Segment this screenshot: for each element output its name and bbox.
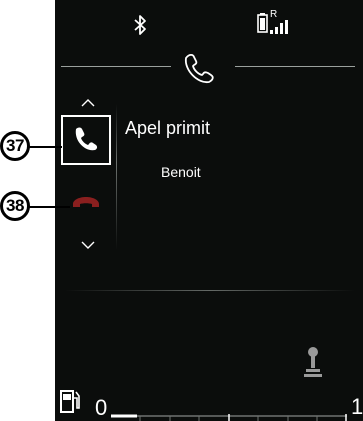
- accept-call-button[interactable]: [61, 115, 111, 165]
- callout-37-leader: [28, 146, 62, 148]
- callout-38: 38: [0, 191, 30, 221]
- fuel-gauge-track: [111, 411, 347, 421]
- caller-name: Benoit: [161, 164, 201, 180]
- gear-lever-icon: [302, 345, 324, 379]
- callout-38-leader: [28, 206, 70, 208]
- lower-separator: [65, 290, 355, 291]
- phone-icon: [176, 50, 228, 84]
- callout-37: 37: [0, 131, 30, 161]
- call-status-text: Apel primit: [125, 118, 211, 138]
- header-line-right: [235, 66, 355, 67]
- reject-call-button[interactable]: [67, 190, 105, 216]
- fuel-gauge-max-label: 1: [351, 394, 363, 419]
- roaming-indicator: R: [270, 9, 278, 20]
- fuel-pump-icon: [59, 388, 81, 414]
- header-line-left: [61, 66, 171, 67]
- accept-call-icon: [75, 127, 98, 151]
- signal-icon: [270, 20, 290, 34]
- reject-call-icon: [73, 197, 99, 207]
- device-screen: R Apel primit Benoit 0 1: [55, 0, 363, 421]
- chevron-up-icon[interactable]: [80, 95, 96, 107]
- vertical-divider: [116, 104, 117, 250]
- bluetooth-icon: [132, 14, 148, 36]
- fuel-gauge-min-label: 0: [95, 395, 108, 420]
- chevron-down-icon[interactable]: [80, 237, 96, 249]
- battery-icon: [257, 13, 268, 33]
